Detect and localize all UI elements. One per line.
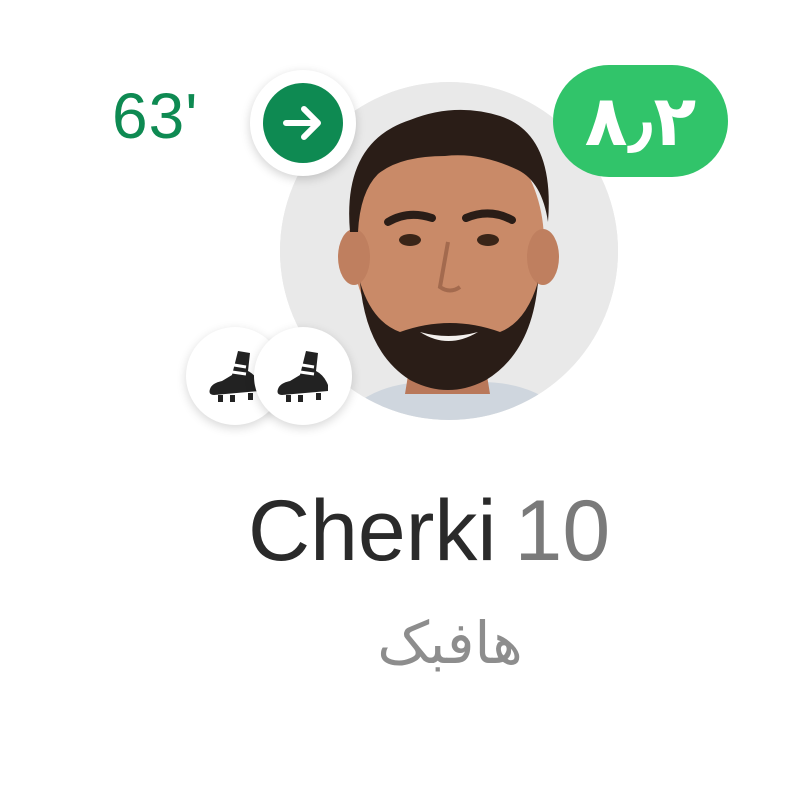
substitution-badge-inner xyxy=(263,83,343,163)
goal-badge xyxy=(254,327,352,425)
player-card[interactable]: 63' ۸٫۲ Cherki 10 هافبک xyxy=(0,0,785,800)
shirt-number: 10 xyxy=(514,483,611,579)
player-name: Cherki xyxy=(248,483,497,579)
arrow-right-icon xyxy=(283,106,321,140)
rating-badge: ۸٫۲ xyxy=(553,65,728,177)
player-name-row: Cherki 10 xyxy=(248,488,610,574)
football-boot-icon xyxy=(277,351,328,402)
substitution-time: 63' xyxy=(112,80,199,152)
rating-value: ۸٫۲ xyxy=(584,80,697,162)
substitution-badge xyxy=(250,70,356,176)
player-position: هافبک xyxy=(377,609,523,677)
